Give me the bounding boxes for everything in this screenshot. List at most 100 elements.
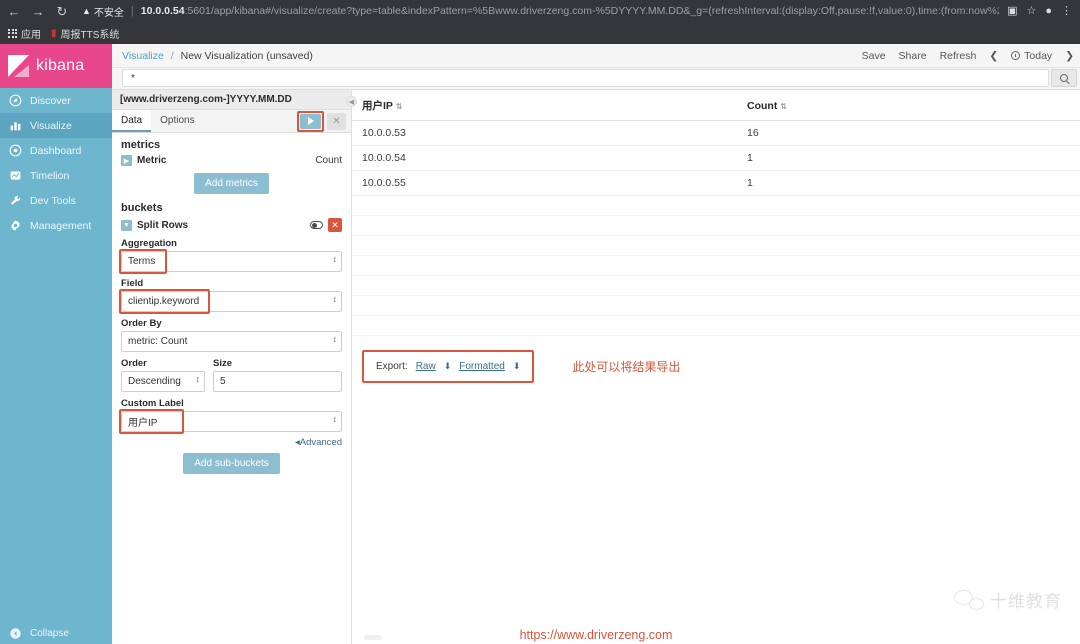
sort-icon: ⇅: [780, 101, 788, 111]
custom-label-input[interactable]: [121, 411, 342, 432]
profile-icon[interactable]: ●: [1045, 5, 1052, 17]
time-next-button[interactable]: ❯: [1065, 50, 1074, 62]
cell-empty: [737, 295, 1080, 316]
star-icon[interactable]: ☆: [1026, 5, 1036, 17]
time-prev-button[interactable]: ❮: [989, 50, 998, 62]
security-indicator[interactable]: ▲ 不安全: [82, 4, 124, 19]
field-select[interactable]: clientip.keyword: [121, 291, 342, 312]
search-input[interactable]: [122, 69, 1049, 87]
collapse-handle-icon[interactable]: ◀: [346, 96, 357, 107]
cell-empty: [737, 215, 1080, 236]
breadcrumb: Visualize / New Visualization (unsaved): [122, 50, 313, 62]
order-by-label: Order By: [121, 318, 162, 329]
bookmark-favicon: ▮: [51, 27, 57, 39]
cast-icon[interactable]: ▣: [1007, 5, 1017, 17]
size-input[interactable]: [213, 371, 342, 392]
sidebar-item-label: Discover: [30, 94, 71, 107]
chevron-left-circle-icon: [9, 627, 22, 640]
add-metrics-button[interactable]: Add metrics: [194, 173, 269, 194]
time-picker-button[interactable]: Today: [1011, 50, 1052, 62]
cell-count: 1: [737, 145, 1080, 171]
tab-options[interactable]: Options: [151, 110, 203, 132]
visibility-toggle-icon[interactable]: [310, 221, 323, 229]
sidebar-item-label: Dashboard: [30, 144, 82, 157]
forward-button[interactable]: →: [30, 5, 46, 18]
remove-bucket-icon[interactable]: ✕: [328, 218, 342, 232]
order-select[interactable]: Descending: [121, 371, 205, 392]
sidebar-item-dashboard[interactable]: Dashboard: [0, 138, 112, 163]
config-body: metrics ▶ Metric Count Add metrics bucke…: [112, 133, 351, 474]
order-by-select[interactable]: metric: Count: [121, 331, 342, 352]
back-button[interactable]: ←: [6, 5, 22, 18]
browser-toolbar: ← → ↻ ▲ 不安全 | 10.0.0.54:5601/app/kibana#…: [0, 0, 1080, 22]
export-formatted-link[interactable]: Formatted: [459, 361, 505, 372]
bookmark-tts[interactable]: ▮ 周报TTS系统: [51, 26, 119, 41]
save-button[interactable]: Save: [862, 50, 886, 62]
share-button[interactable]: Share: [899, 50, 927, 62]
size-label: Size: [213, 358, 233, 369]
table-row-empty: [352, 235, 1080, 256]
table-row-empty: [352, 215, 1080, 236]
brand-label: kibana: [36, 57, 85, 74]
url-host: 10.0.0.54: [140, 5, 185, 17]
split-rows-label: Split Rows: [137, 219, 189, 231]
aggregation-select[interactable]: Terms: [121, 251, 342, 272]
breadcrumb-visualize-link[interactable]: Visualize: [122, 50, 164, 62]
column-header-count[interactable]: Count ⇅: [737, 90, 1080, 121]
table-row-empty: [352, 295, 1080, 316]
sidebar-item-label: Visualize: [30, 119, 72, 132]
kibana-mark-icon: [8, 55, 29, 77]
config-tabs: Data Options ✕: [112, 110, 351, 133]
table-row[interactable]: 10.0.0.54 1: [352, 145, 1080, 171]
export-raw-link[interactable]: Raw: [416, 361, 436, 372]
cell-empty: [352, 295, 737, 316]
order-by-select-wrap: metric: Count: [121, 331, 342, 352]
field-select-wrap: clientip.keyword: [119, 289, 342, 314]
wrench-icon: [9, 194, 22, 207]
menu-kebab-icon[interactable]: ⋮: [1061, 5, 1072, 17]
cell-empty: [352, 235, 737, 256]
address-bar[interactable]: ▲ 不安全 | 10.0.0.54:5601/app/kibana#/visua…: [82, 3, 999, 19]
url-path: :5601/app/kibana#/visualize/create?type=…: [184, 5, 1000, 17]
table-row-empty: [352, 315, 1080, 336]
bookmark-apps[interactable]: 应用: [8, 26, 41, 41]
column-header-ip[interactable]: 用户IP ⇅: [352, 90, 737, 121]
reload-button[interactable]: ↻: [54, 5, 70, 18]
buckets-heading: buckets: [121, 202, 163, 214]
table-row[interactable]: 10.0.0.55 1: [352, 170, 1080, 196]
dashboard-icon: [9, 144, 22, 157]
query-bar: [112, 68, 1080, 90]
refresh-button[interactable]: Refresh: [940, 50, 977, 62]
site-url-footer: https://www.driverzeng.com: [519, 628, 673, 642]
export-annotation: 此处可以将结果导出: [572, 360, 681, 374]
apply-highlight: [297, 110, 324, 132]
metric-row-label: Metric: [137, 155, 167, 166]
search-submit-button[interactable]: [1051, 69, 1077, 87]
results-table: 用户IP⇅ Count⇅ 10.0.0.53 16 10.0.0.54 1: [352, 90, 1080, 336]
cell-count: 1: [737, 170, 1080, 196]
tab-data[interactable]: Data: [112, 110, 152, 132]
config-tab-actions: ✕: [297, 110, 351, 132]
table-row-empty: [352, 195, 1080, 216]
sidebar-collapse-button[interactable]: Collapse: [0, 627, 112, 640]
export-formatted-label: Formatted: [459, 361, 505, 372]
cell-empty: [737, 275, 1080, 296]
add-sub-buckets-button[interactable]: Add sub-buckets: [183, 453, 280, 474]
sidebar-item-timelion[interactable]: Timelion: [0, 163, 112, 188]
sidebar-item-label: Timelion: [30, 169, 70, 182]
table-row[interactable]: 10.0.0.53 16: [352, 120, 1080, 146]
sidebar-item-discover[interactable]: Discover: [0, 88, 112, 113]
bar-chart-icon: [9, 119, 22, 132]
sidebar-item-management[interactable]: Management: [0, 213, 112, 238]
apps-grid-icon: [8, 28, 17, 38]
sidebar-item-dev-tools[interactable]: Dev Tools: [0, 188, 112, 213]
column-header-count-label: Count: [747, 99, 778, 112]
metric-row[interactable]: ▶ Metric Count: [121, 155, 342, 166]
breadcrumb-current: New Visualization (unsaved): [180, 49, 313, 62]
apply-changes-button[interactable]: [300, 113, 321, 129]
discard-changes-button[interactable]: ✕: [327, 112, 346, 130]
advanced-label: Advanced: [299, 437, 342, 448]
sidebar-item-visualize[interactable]: Visualize: [0, 113, 112, 138]
split-rows-row[interactable]: ▼ Split Rows ✕: [121, 218, 342, 232]
advanced-toggle[interactable]: ◂Advanced: [121, 437, 342, 448]
